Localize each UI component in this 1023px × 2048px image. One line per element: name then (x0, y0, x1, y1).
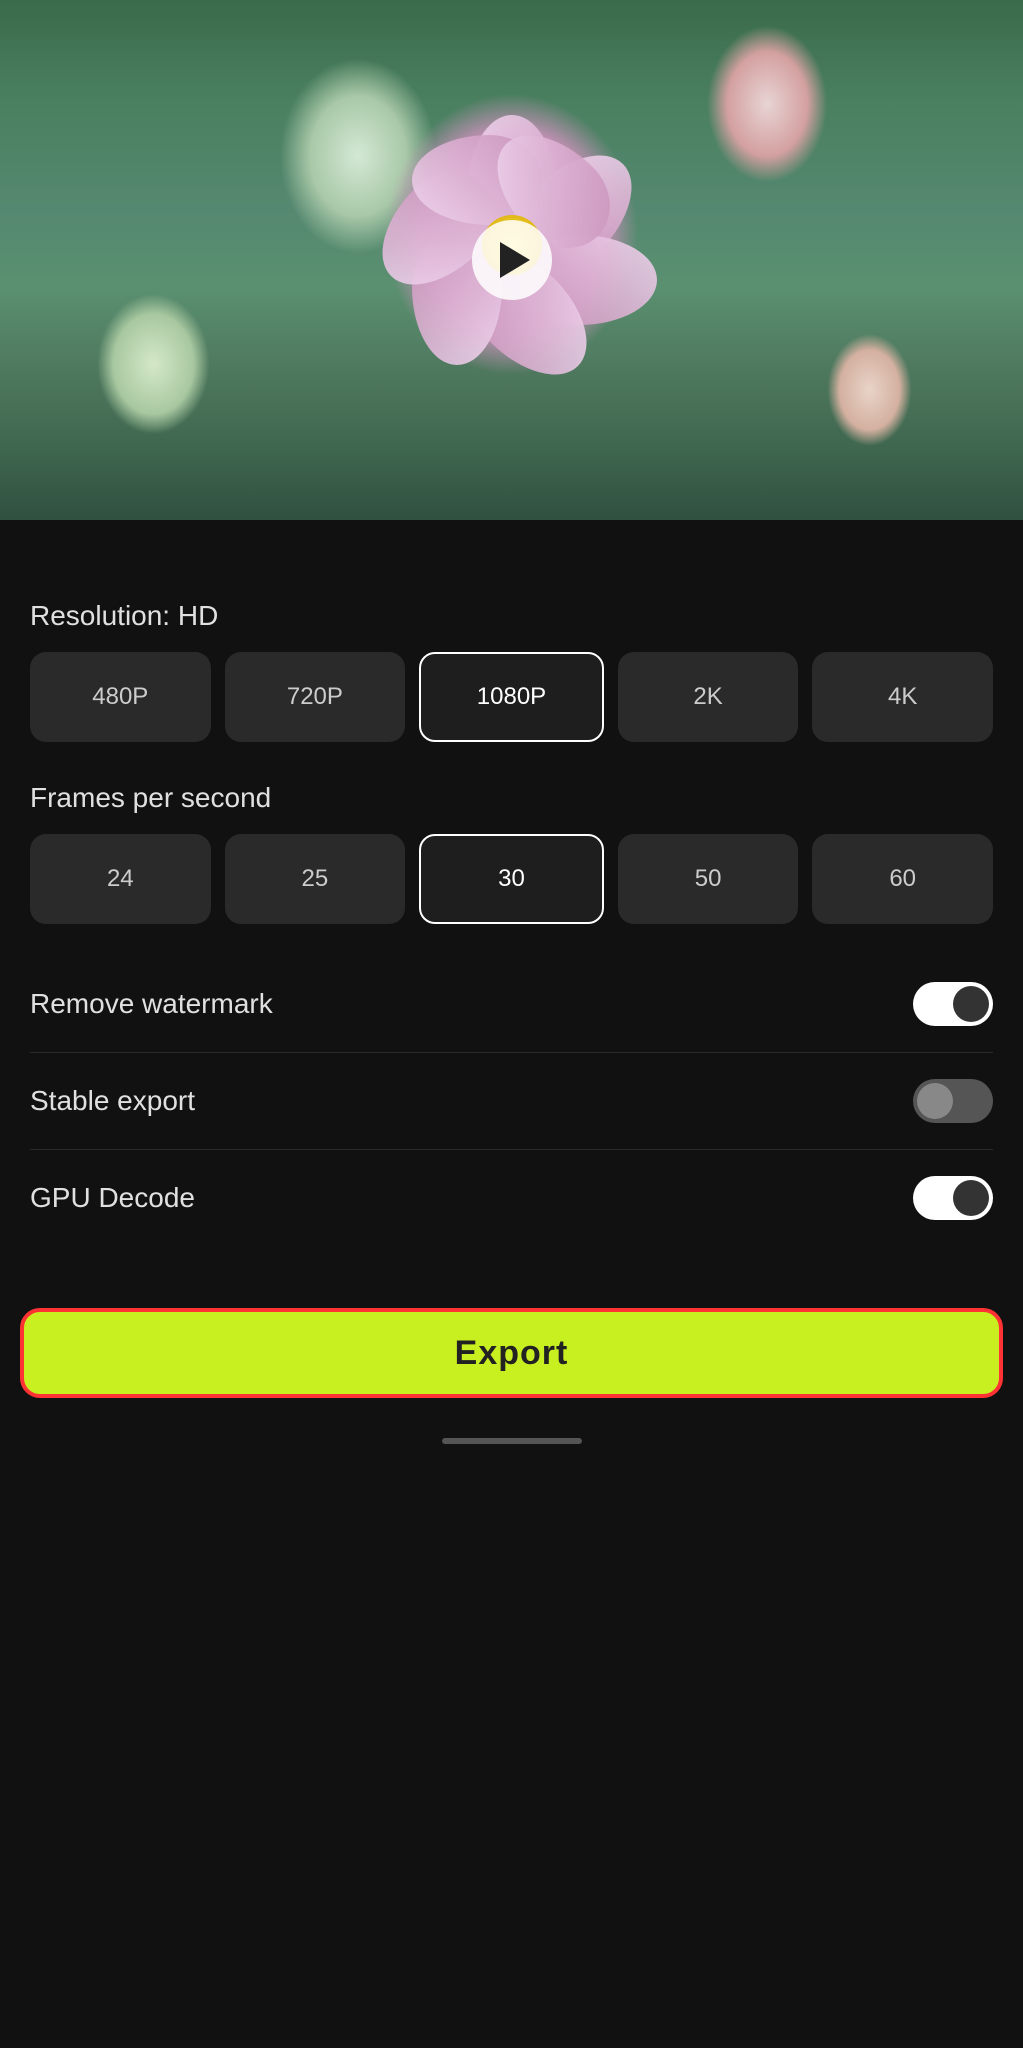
resolution-grid: 480P 720P 1080P 2K 4K (30, 652, 993, 742)
video-preview (0, 0, 1023, 520)
divider-1 (30, 1052, 993, 1053)
gpu-decode-label: GPU Decode (30, 1182, 195, 1214)
fps-60[interactable]: 60 (812, 834, 993, 924)
toggle-knob-gpu (953, 1180, 989, 1216)
stable-export-label: Stable export (30, 1085, 195, 1117)
home-indicator (0, 1418, 1023, 1454)
fps-section: Frames per second 24 25 30 50 60 (30, 782, 993, 924)
gpu-decode-row: GPU Decode (30, 1158, 993, 1238)
stable-export-row: Stable export (30, 1061, 993, 1141)
resolution-label: Resolution: HD (30, 600, 993, 632)
play-button[interactable] (472, 220, 552, 300)
resolution-section: Resolution: HD 480P 720P 1080P 2K 4K (30, 600, 993, 742)
export-section: Export (0, 1278, 1023, 1418)
gpu-decode-toggle[interactable] (913, 1176, 993, 1220)
fps-24[interactable]: 24 (30, 834, 211, 924)
resolution-2k[interactable]: 2K (618, 652, 799, 742)
resolution-4k[interactable]: 4K (812, 652, 993, 742)
remove-watermark-row: Remove watermark (30, 964, 993, 1044)
stable-export-toggle[interactable] (913, 1079, 993, 1123)
home-bar (442, 1438, 582, 1444)
remove-watermark-toggle[interactable] (913, 982, 993, 1026)
resolution-1080p[interactable]: 1080P (419, 652, 604, 742)
settings-panel: Resolution: HD 480P 720P 1080P 2K 4K Fra… (0, 520, 1023, 1278)
fps-25[interactable]: 25 (225, 834, 406, 924)
fps-30[interactable]: 30 (419, 834, 604, 924)
fps-label: Frames per second (30, 782, 993, 814)
fps-grid: 24 25 30 50 60 (30, 834, 993, 924)
play-icon (500, 242, 530, 278)
resolution-480p[interactable]: 480P (30, 652, 211, 742)
toggle-knob-stable (917, 1083, 953, 1119)
export-button[interactable]: Export (20, 1308, 1003, 1398)
toggle-knob-watermark (953, 986, 989, 1022)
fps-50[interactable]: 50 (618, 834, 799, 924)
divider-2 (30, 1149, 993, 1150)
remove-watermark-label: Remove watermark (30, 988, 273, 1020)
resolution-720p[interactable]: 720P (225, 652, 406, 742)
